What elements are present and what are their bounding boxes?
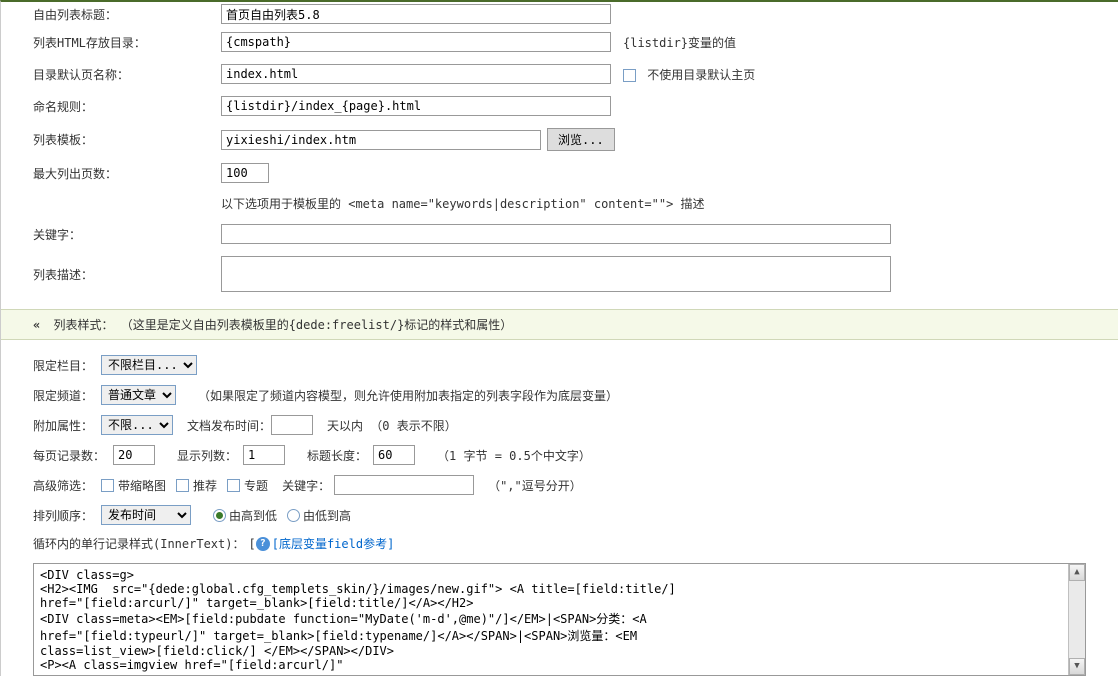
scroll-up-icon[interactable]: ▲ bbox=[1069, 564, 1085, 581]
template-input[interactable] bbox=[221, 130, 541, 150]
help-icon[interactable]: ? bbox=[256, 537, 270, 551]
filter-keyword-input[interactable] bbox=[334, 475, 474, 495]
sort-asc-radio[interactable] bbox=[287, 509, 300, 522]
sort-order-select[interactable]: 发布时间 bbox=[101, 505, 191, 525]
naming-rule-label: 命名规则： bbox=[1, 98, 221, 115]
extra-attr-select[interactable]: 不限... bbox=[101, 415, 173, 435]
recommend-label: 推荐 bbox=[193, 477, 217, 494]
filter-keyword-label: 关键字： bbox=[282, 477, 330, 494]
max-pages-input[interactable] bbox=[221, 163, 269, 183]
title-len-note: （1 字节 = 0.5个中文字） bbox=[437, 447, 591, 464]
innertext-code-textarea[interactable] bbox=[34, 564, 1085, 672]
html-dir-note: {listdir}变量的值 bbox=[623, 34, 736, 51]
per-page-input[interactable] bbox=[113, 445, 155, 465]
per-page-label: 每页记录数： bbox=[33, 447, 105, 464]
list-desc-textarea[interactable] bbox=[221, 256, 891, 292]
html-dir-label: 列表HTML存放目录： bbox=[1, 34, 221, 51]
scroll-down-icon[interactable]: ▼ bbox=[1069, 658, 1085, 675]
limit-category-select[interactable]: 不限栏目... bbox=[101, 355, 197, 375]
scrollbar[interactable]: ▲ ▼ bbox=[1068, 564, 1085, 675]
limit-channel-label: 限定频道： bbox=[33, 387, 93, 404]
field-reference-link[interactable]: [底层变量field参考] bbox=[272, 535, 395, 552]
no-default-label: 不使用目录默认主页 bbox=[647, 68, 755, 82]
template-label: 列表模板： bbox=[1, 131, 221, 148]
max-pages-label: 最大列出页数： bbox=[1, 165, 221, 182]
freelist-title-input[interactable] bbox=[221, 4, 611, 24]
keywords-input[interactable] bbox=[221, 224, 891, 244]
thumbnail-label: 带缩略图 bbox=[118, 477, 166, 494]
innertext-label: 循环内的单行记录样式(InnerText)： bbox=[33, 535, 244, 552]
display-cols-input[interactable] bbox=[243, 445, 285, 465]
title-len-input[interactable] bbox=[373, 445, 415, 465]
html-dir-input[interactable] bbox=[221, 32, 611, 52]
list-style-section-header[interactable]: « 列表样式： （这里是定义自由列表模板里的{dede:freelist/}标记… bbox=[1, 309, 1118, 340]
browse-button[interactable]: 浏览... bbox=[547, 128, 615, 151]
freelist-title-label: 自由列表标题： bbox=[1, 6, 221, 23]
limit-channel-note: （如果限定了频道内容模型，则允许使用附加表指定的列表字段作为底层变量） bbox=[198, 387, 618, 404]
thumbnail-checkbox[interactable] bbox=[101, 479, 114, 492]
pub-time-label: 文档发布时间： bbox=[187, 417, 271, 434]
default-page-label: 目录默认页名称： bbox=[1, 66, 221, 83]
collapse-icon: « bbox=[33, 318, 40, 332]
keywords-label: 关键字： bbox=[1, 226, 221, 243]
special-checkbox[interactable] bbox=[227, 479, 240, 492]
display-cols-label: 显示列数： bbox=[177, 447, 237, 464]
limit-channel-select[interactable]: 普通文章 bbox=[101, 385, 176, 405]
sort-desc-radio[interactable] bbox=[213, 509, 226, 522]
list-desc-label: 列表描述： bbox=[1, 256, 221, 283]
sort-order-label: 排列顺序： bbox=[33, 507, 93, 524]
special-label: 专题 bbox=[244, 477, 268, 494]
limit-category-label: 限定栏目： bbox=[33, 357, 93, 374]
title-len-label: 标题长度： bbox=[307, 447, 367, 464]
pub-time-suffix: 天以内 （0 表示不限） bbox=[327, 417, 457, 434]
extra-attr-label: 附加属性： bbox=[33, 417, 93, 434]
recommend-checkbox[interactable] bbox=[176, 479, 189, 492]
default-page-input[interactable] bbox=[221, 64, 611, 84]
pub-time-input[interactable] bbox=[271, 415, 313, 435]
advanced-filter-label: 高级筛选： bbox=[33, 477, 93, 494]
sort-desc-label: 由高到低 bbox=[229, 507, 277, 524]
section-header-text: 列表样式： （这里是定义自由列表模板里的{dede:freelist/}标记的样… bbox=[53, 318, 512, 332]
naming-rule-input[interactable] bbox=[221, 96, 611, 116]
no-default-checkbox[interactable] bbox=[623, 69, 636, 82]
meta-note: 以下选项用于模板里的 <meta name="keywords|descript… bbox=[221, 195, 705, 212]
sort-asc-label: 由低到高 bbox=[303, 507, 351, 524]
filter-keyword-note: （","逗号分开） bbox=[488, 477, 582, 494]
